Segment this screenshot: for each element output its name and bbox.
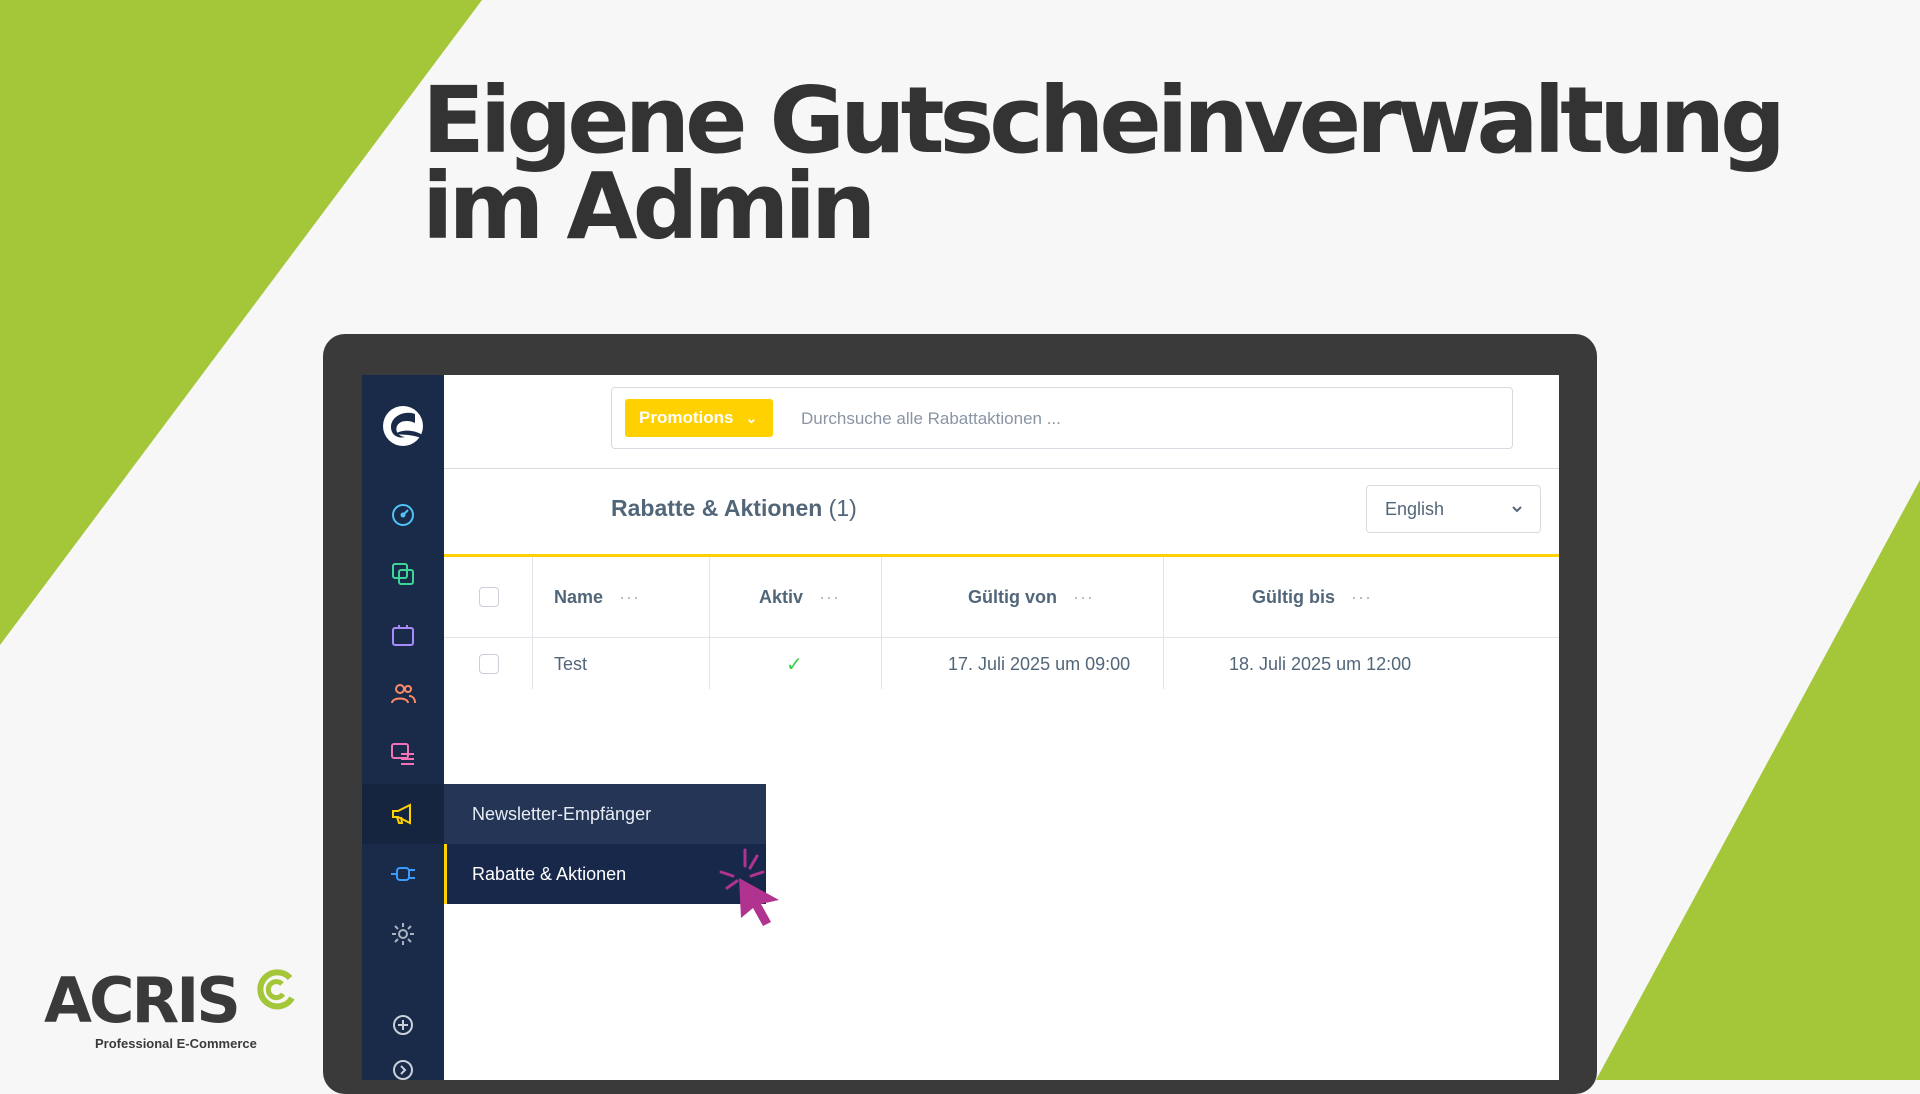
table-header-row: Name ··· Aktiv ··· Gültig von ··· Gültig…	[444, 557, 1559, 638]
acris-mark-icon	[257, 969, 295, 1010]
orders-icon[interactable]	[362, 604, 444, 664]
select-all-checkbox[interactable]	[479, 587, 499, 607]
topbar: Promotions ⌄	[444, 375, 1559, 469]
click-cursor-icon	[719, 848, 779, 926]
promotions-table: Name ··· Aktiv ··· Gültig von ··· Gültig…	[444, 557, 1559, 690]
row-select-cell	[479, 638, 499, 690]
admin-screen: Promotions ⌄ Rabatte & Aktionen (1) Engl…	[362, 375, 1559, 1080]
module-filter-button[interactable]: Promotions ⌄	[625, 399, 774, 437]
column-header-label: Gültig von	[968, 586, 1057, 607]
brand-tagline: Professional E-Commerce	[95, 1036, 257, 1051]
column-menu-icon[interactable]: ···	[819, 587, 840, 608]
column-header-label: Aktiv	[759, 586, 804, 607]
catalog-icon[interactable]	[362, 544, 444, 604]
sidebar	[362, 375, 444, 1080]
active-check-icon: ✓	[786, 653, 803, 676]
settings-icon[interactable]	[362, 904, 444, 964]
global-search: Promotions ⌄	[611, 387, 1513, 449]
table-row[interactable]: Test ✓ 17. Juli 2025 um 09:00 18. Juli 2…	[444, 638, 1559, 690]
cell-valid-to: 18. Juli 2025 um 12:00	[1229, 653, 1412, 674]
column-menu-icon[interactable]: ···	[1351, 587, 1372, 608]
shopware-logo-icon[interactable]	[372, 395, 434, 457]
select-all-cell	[479, 557, 499, 637]
marketing-icon[interactable]	[362, 784, 444, 844]
column-header-valid-from[interactable]: Gültig von ···	[968, 557, 1094, 637]
row-checkbox[interactable]	[479, 654, 499, 674]
module-filter-label: Promotions	[639, 408, 734, 427]
expand-icon[interactable]	[362, 1040, 444, 1080]
extensions-icon[interactable]	[362, 844, 444, 904]
flyout-item-newsletter[interactable]: Newsletter-Empfänger	[444, 784, 766, 844]
dashboard-icon[interactable]	[362, 484, 444, 544]
customers-icon[interactable]	[362, 664, 444, 724]
column-menu-icon[interactable]: ···	[1073, 587, 1094, 608]
acris-logo: ACRIS Professional E-Commerce	[44, 964, 304, 1060]
cell-valid-from: 17. Juli 2025 um 09:00	[948, 653, 1131, 674]
column-header-name[interactable]: Name ···	[554, 557, 640, 637]
brand-name: ACRIS	[44, 964, 241, 1037]
column-header-valid-to[interactable]: Gültig bis ···	[1252, 557, 1372, 637]
page-title-count: (1)	[828, 495, 857, 521]
page-header: Rabatte & Aktionen (1) English	[444, 469, 1559, 557]
page-title: Rabatte & Aktionen (1)	[611, 495, 857, 522]
language-select[interactable]: English	[1366, 485, 1541, 533]
column-menu-icon[interactable]: ···	[619, 587, 640, 608]
chevron-down-icon: ⌄	[745, 409, 758, 426]
cell-name[interactable]: Test	[554, 638, 587, 690]
chevron-down-icon	[1512, 506, 1522, 513]
search-input[interactable]	[799, 400, 1403, 438]
content-icon[interactable]	[362, 724, 444, 784]
column-header-label: Gültig bis	[1252, 586, 1335, 607]
page-title-text: Rabatte & Aktionen	[611, 495, 823, 521]
column-header-active[interactable]: Aktiv ···	[759, 557, 840, 637]
headline: Eigene Gutscheinverwaltung im Admin	[422, 67, 1786, 260]
column-header-label: Name	[554, 586, 604, 607]
language-select-value: English	[1385, 498, 1445, 519]
